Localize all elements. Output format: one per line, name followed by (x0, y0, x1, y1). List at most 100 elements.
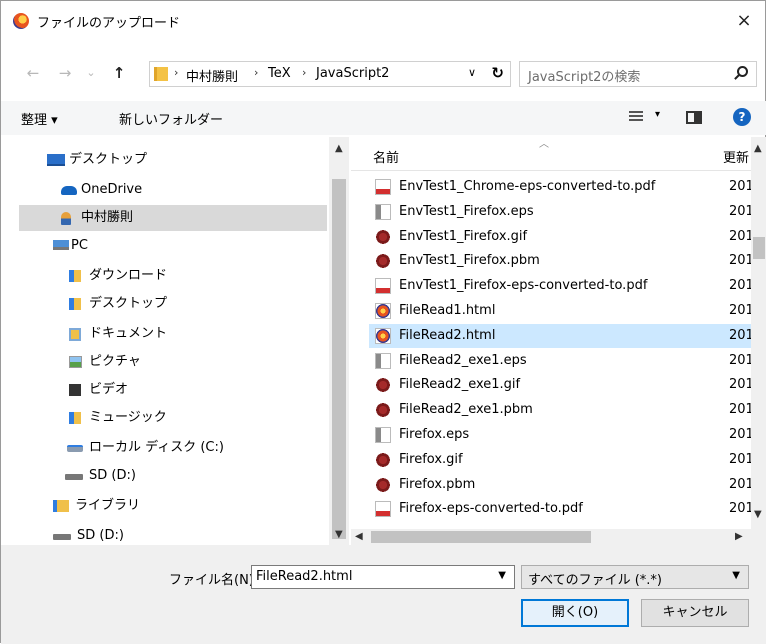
file-type-filter[interactable]: すべてのファイル (*.*) ▼ (521, 565, 749, 589)
sd-drive-icon (65, 474, 83, 480)
file-list-vertical-scrollbar[interactable]: ▲ ▼ (751, 137, 766, 545)
chevron-down-icon[interactable]: ▼ (498, 570, 506, 581)
breadcrumb-tex[interactable]: TeX (268, 66, 291, 81)
sidebar-item-desktop-folder[interactable]: デスクトップ (19, 291, 327, 317)
file-row[interactable]: EnvTest1_Firefox-eps-converted-to.pdf 201 (369, 274, 751, 298)
sidebar-item-sd-drive-2[interactable]: SD (D:) (19, 523, 327, 545)
sidebar-item-user[interactable]: 中村勝則 (19, 205, 327, 231)
file-row[interactable]: Firefox-eps-converted-to.pdf 201 (369, 497, 751, 521)
up-button[interactable]: ↑ (107, 57, 131, 89)
sidebar-item-sd-drive[interactable]: SD (D:) (19, 463, 327, 489)
file-date: 201 (729, 303, 751, 318)
scroll-left-arrow[interactable]: ◀ (355, 531, 363, 542)
file-row[interactable]: EnvTest1_Firefox.pbm 201 (369, 249, 751, 273)
file-row[interactable]: Firefox.gif 201 (369, 448, 751, 472)
sidebar-item-local-disk[interactable]: ローカル ディスク (C:) (19, 435, 327, 461)
filename-value[interactable]: FileRead2.html (256, 569, 352, 584)
sidebar-item-desktop[interactable]: デスクトップ (19, 147, 327, 173)
address-bar-row: ← → ⌄ ↑ › 中村勝則 › TeX › JavaScript2 ∨ ↻ J… (1, 57, 766, 89)
sidebar-item-documents[interactable]: ドキュメント (19, 321, 327, 347)
forward-button[interactable]: → (53, 57, 77, 89)
scrollbar-thumb[interactable] (371, 531, 591, 543)
pictures-icon (69, 356, 82, 368)
pbm-icon (375, 253, 391, 270)
file-date: 201 (729, 253, 751, 269)
html-icon (375, 303, 391, 319)
sidebar-item-downloads[interactable]: ダウンロード (19, 263, 327, 289)
chevron-down-icon[interactable]: ∨ (468, 66, 476, 79)
scrollbar-corner (751, 529, 766, 545)
file-row[interactable]: FileRead2_exe1.eps 201 (369, 349, 751, 373)
sidebar-item-pictures[interactable]: ピクチャ (19, 349, 327, 375)
refresh-button[interactable]: ↻ (491, 64, 504, 82)
file-row[interactable]: EnvTest1_Firefox.eps 201 (369, 200, 751, 224)
local-disk-icon (67, 445, 83, 452)
organize-button[interactable]: 整理 ▾ (21, 109, 58, 128)
scroll-up-arrow[interactable]: ▲ (335, 143, 343, 154)
file-row[interactable]: Firefox.eps 201 (369, 423, 751, 447)
back-button[interactable]: ← (21, 57, 45, 89)
preview-pane-icon[interactable] (686, 111, 702, 124)
command-bar: 整理 ▾ 新しいフォルダー ▾ ? (1, 101, 766, 135)
downloads-icon (69, 270, 81, 282)
address-bar[interactable]: › 中村勝則 › TeX › JavaScript2 ∨ ↻ (149, 61, 511, 87)
new-folder-button[interactable]: 新しいフォルダー (119, 109, 223, 128)
file-name: Firefox.eps (399, 427, 470, 442)
file-row[interactable]: FileRead2.html 201 (369, 323, 751, 348)
documents-icon (69, 328, 81, 341)
column-header-name[interactable]: 名前 (373, 147, 399, 166)
sidebar-item-library[interactable]: ライブラリ (19, 493, 327, 519)
library-icon (53, 500, 69, 512)
sidebar-item-music[interactable]: ミュージック (19, 405, 327, 431)
search-box[interactable]: JavaScript2の検索 (519, 61, 757, 87)
breadcrumb-separator: › (302, 66, 307, 79)
gif-icon (375, 377, 391, 394)
dialog-footer: ファイル名(N): FileRead2.html ▼ すべてのファイル (*.*… (1, 545, 766, 644)
scroll-down-arrow[interactable]: ▼ (335, 529, 343, 540)
view-options-dropdown[interactable]: ▾ (655, 109, 660, 120)
scroll-up-arrow[interactable]: ▲ (754, 143, 762, 154)
file-date: 201 (729, 402, 751, 418)
chevron-down-icon[interactable]: ▼ (732, 570, 740, 581)
desktop-folder-icon (69, 298, 81, 310)
file-date: 201 (729, 179, 751, 194)
file-row[interactable]: FileRead2_exe1.pbm 201 (369, 398, 751, 422)
file-list-horizontal-scrollbar[interactable]: ◀ ▶ (351, 529, 751, 545)
file-row[interactable]: Firefox.pbm 201 (369, 473, 751, 497)
file-date: 201 (729, 476, 751, 492)
file-row[interactable]: EnvTest1_Firefox.gif 201 (369, 225, 751, 249)
help-button[interactable]: ? (733, 108, 751, 126)
filename-field[interactable]: FileRead2.html ▼ (251, 565, 515, 589)
file-row[interactable]: EnvTest1_Chrome-eps-converted-to.pdf 201 (369, 175, 751, 199)
recent-locations-button[interactable]: ⌄ (83, 57, 99, 89)
file-date: 201 (729, 352, 751, 368)
sidebar-item-onedrive[interactable]: OneDrive (19, 177, 327, 203)
breadcrumb-javascript2[interactable]: JavaScript2 (316, 66, 389, 81)
sidebar-item-videos[interactable]: ビデオ (19, 377, 327, 403)
navigation-pane: デスクトップ OneDrive 中村勝則 PC ダウンロード デスクトップ ドキ… (19, 137, 349, 545)
file-name: EnvTest1_Firefox.eps (399, 203, 534, 219)
scrollbar-thumb[interactable] (753, 237, 765, 259)
sd-drive-icon (53, 534, 71, 540)
onedrive-icon (61, 186, 77, 195)
sidebar-item-pc[interactable]: PC (19, 233, 327, 259)
file-name: FileRead1.html (399, 303, 496, 318)
column-header-date[interactable]: 更新 (723, 147, 749, 166)
breadcrumb-user[interactable]: 中村勝則 (186, 66, 238, 85)
file-type-value: すべてのファイル (*.*) (528, 573, 662, 588)
cancel-button[interactable]: キャンセル (641, 599, 749, 627)
scrollbar-thumb[interactable] (332, 179, 346, 539)
file-row[interactable]: FileRead2_exe1.gif 201 (369, 373, 751, 397)
pdf-icon (375, 501, 391, 518)
file-upload-dialog: ファイルのアップロード × ← → ⌄ ↑ › 中村勝則 › TeX › Jav… (0, 0, 766, 644)
navigation-scrollbar[interactable]: ▲ ▼ (329, 137, 349, 545)
close-button[interactable]: × (721, 1, 766, 41)
pdf-icon (375, 278, 391, 295)
scroll-down-arrow[interactable]: ▼ (754, 509, 762, 520)
open-button[interactable]: 開く(O) (521, 599, 629, 627)
scroll-right-arrow[interactable]: ▶ (735, 531, 743, 542)
pbm-icon (375, 476, 391, 493)
view-options-icon[interactable] (629, 111, 643, 123)
file-name: Firefox.gif (399, 451, 463, 467)
file-row[interactable]: FileRead1.html 201 (369, 299, 751, 323)
